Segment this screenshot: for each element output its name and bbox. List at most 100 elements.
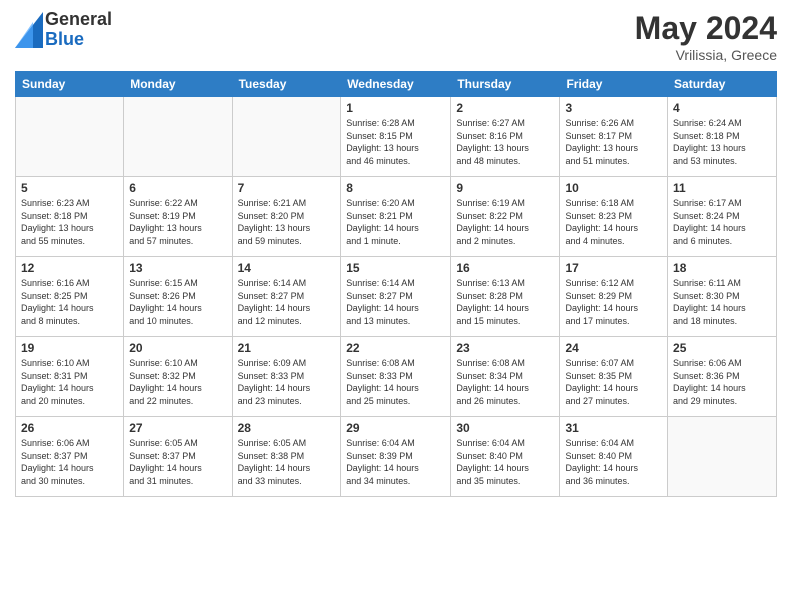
calendar-cell: 21 Sunrise: 6:09 AM Sunset: 8:33 PM Dayli…	[232, 337, 341, 417]
day-info: Sunrise: 6:15 AM Sunset: 8:26 PM Dayligh…	[129, 277, 226, 327]
day-info: Sunrise: 6:07 AM Sunset: 8:35 PM Dayligh…	[565, 357, 662, 407]
calendar-cell: 30 Sunrise: 6:04 AM Sunset: 8:40 PM Dayli…	[451, 417, 560, 497]
day-info: Sunrise: 6:18 AM Sunset: 8:23 PM Dayligh…	[565, 197, 662, 247]
day-info: Sunrise: 6:05 AM Sunset: 8:38 PM Dayligh…	[238, 437, 336, 487]
logo-general-text: General	[45, 10, 112, 30]
col-sunday: Sunday	[16, 72, 124, 97]
calendar-cell: 17Sunrise: 6:12 AM Sunset: 8:29 PM Dayli…	[560, 257, 668, 337]
day-number: 5	[21, 181, 118, 195]
calendar-cell: 6 Sunrise: 6:22 AM Sunset: 8:19 PM Daylig…	[124, 177, 232, 257]
day-info: Sunrise: 6:26 AM Sunset: 8:17 PM Dayligh…	[565, 117, 662, 167]
calendar-table: Sunday Monday Tuesday Wednesday Thursday…	[15, 71, 777, 497]
calendar-header-row: Sunday Monday Tuesday Wednesday Thursday…	[16, 72, 777, 97]
col-saturday: Saturday	[668, 72, 777, 97]
day-number: 6	[129, 181, 226, 195]
day-number: 23	[456, 341, 554, 355]
calendar-cell: 16 Sunrise: 6:13 AM Sunset: 8:28 PM Dayli…	[451, 257, 560, 337]
day-number: 30	[456, 421, 554, 435]
day-number: 1	[346, 101, 445, 115]
calendar-week-row: 5 Sunrise: 6:23 AM Sunset: 8:18 PM Daylig…	[16, 177, 777, 257]
day-info: Sunrise: 6:22 AM Sunset: 8:19 PM Dayligh…	[129, 197, 226, 247]
day-info: Sunrise: 6:04 AM Sunset: 8:40 PM Dayligh…	[456, 437, 554, 487]
month-title: May 2024	[635, 10, 777, 47]
calendar-week-row: 26 Sunrise: 6:06 AM Sunset: 8:37 PM Dayli…	[16, 417, 777, 497]
calendar-cell: 13 Sunrise: 6:15 AM Sunset: 8:26 PM Dayli…	[124, 257, 232, 337]
day-info: Sunrise: 6:06 AM Sunset: 8:36 PM Dayligh…	[673, 357, 771, 407]
day-info: Sunrise: 6:09 AM Sunset: 8:33 PM Dayligh…	[238, 357, 336, 407]
day-info: Sunrise: 6:06 AM Sunset: 8:37 PM Dayligh…	[21, 437, 118, 487]
day-number: 27	[129, 421, 226, 435]
day-number: 13	[129, 261, 226, 275]
day-number: 11	[673, 181, 771, 195]
day-info: Sunrise: 6:14 AM Sunset: 8:27 PM Dayligh…	[238, 277, 336, 327]
calendar-cell: 14 Sunrise: 6:14 AM Sunset: 8:27 PM Dayli…	[232, 257, 341, 337]
calendar-cell: 29 Sunrise: 6:04 AM Sunset: 8:39 PM Dayli…	[341, 417, 451, 497]
day-number: 7	[238, 181, 336, 195]
logo-text: General Blue	[45, 10, 112, 50]
col-monday: Monday	[124, 72, 232, 97]
day-number: 16	[456, 261, 554, 275]
logo: General Blue	[15, 10, 112, 50]
day-number: 19	[21, 341, 118, 355]
day-number: 15	[346, 261, 445, 275]
day-number: 17	[565, 261, 662, 275]
calendar-week-row: 19Sunrise: 6:10 AM Sunset: 8:31 PM Dayli…	[16, 337, 777, 417]
day-number: 14	[238, 261, 336, 275]
day-number: 25	[673, 341, 771, 355]
calendar-cell	[232, 97, 341, 177]
day-number: 18	[673, 261, 771, 275]
calendar-cell	[16, 97, 124, 177]
day-number: 29	[346, 421, 445, 435]
day-number: 21	[238, 341, 336, 355]
day-info: Sunrise: 6:13 AM Sunset: 8:28 PM Dayligh…	[456, 277, 554, 327]
day-info: Sunrise: 6:23 AM Sunset: 8:18 PM Dayligh…	[21, 197, 118, 247]
day-info: Sunrise: 6:21 AM Sunset: 8:20 PM Dayligh…	[238, 197, 336, 247]
calendar-cell: 25 Sunrise: 6:06 AM Sunset: 8:36 PM Dayli…	[668, 337, 777, 417]
day-info: Sunrise: 6:16 AM Sunset: 8:25 PM Dayligh…	[21, 277, 118, 327]
day-number: 28	[238, 421, 336, 435]
day-info: Sunrise: 6:20 AM Sunset: 8:21 PM Dayligh…	[346, 197, 445, 247]
logo-icon	[15, 12, 43, 48]
col-friday: Friday	[560, 72, 668, 97]
col-tuesday: Tuesday	[232, 72, 341, 97]
calendar-cell: 7 Sunrise: 6:21 AM Sunset: 8:20 PM Daylig…	[232, 177, 341, 257]
page: General Blue May 2024 Vrilissia, Greece …	[0, 0, 792, 612]
calendar-cell: 3 Sunrise: 6:26 AM Sunset: 8:17 PM Daylig…	[560, 97, 668, 177]
calendar-cell: 4Sunrise: 6:24 AM Sunset: 8:18 PM Daylig…	[668, 97, 777, 177]
day-number: 26	[21, 421, 118, 435]
day-number: 20	[129, 341, 226, 355]
day-info: Sunrise: 6:14 AM Sunset: 8:27 PM Dayligh…	[346, 277, 445, 327]
day-number: 8	[346, 181, 445, 195]
day-info: Sunrise: 6:08 AM Sunset: 8:34 PM Dayligh…	[456, 357, 554, 407]
calendar-cell: 22 Sunrise: 6:08 AM Sunset: 8:33 PM Dayli…	[341, 337, 451, 417]
calendar-cell: 19Sunrise: 6:10 AM Sunset: 8:31 PM Dayli…	[16, 337, 124, 417]
day-number: 3	[565, 101, 662, 115]
day-info: Sunrise: 6:10 AM Sunset: 8:32 PM Dayligh…	[129, 357, 226, 407]
calendar-cell: 10 Sunrise: 6:18 AM Sunset: 8:23 PM Dayli…	[560, 177, 668, 257]
title-block: May 2024 Vrilissia, Greece	[635, 10, 777, 63]
day-number: 9	[456, 181, 554, 195]
calendar-cell: 18 Sunrise: 6:11 AM Sunset: 8:30 PM Dayli…	[668, 257, 777, 337]
day-info: Sunrise: 6:08 AM Sunset: 8:33 PM Dayligh…	[346, 357, 445, 407]
day-info: Sunrise: 6:19 AM Sunset: 8:22 PM Dayligh…	[456, 197, 554, 247]
calendar-cell: 23 Sunrise: 6:08 AM Sunset: 8:34 PM Dayli…	[451, 337, 560, 417]
calendar-cell: 11 Sunrise: 6:17 AM Sunset: 8:24 PM Dayli…	[668, 177, 777, 257]
calendar-cell: 12Sunrise: 6:16 AM Sunset: 8:25 PM Dayli…	[16, 257, 124, 337]
day-number: 22	[346, 341, 445, 355]
calendar-cell: 15 Sunrise: 6:14 AM Sunset: 8:27 PM Dayli…	[341, 257, 451, 337]
calendar-cell: 8 Sunrise: 6:20 AM Sunset: 8:21 PM Daylig…	[341, 177, 451, 257]
day-info: Sunrise: 6:11 AM Sunset: 8:30 PM Dayligh…	[673, 277, 771, 327]
calendar-week-row: 12Sunrise: 6:16 AM Sunset: 8:25 PM Dayli…	[16, 257, 777, 337]
day-number: 24	[565, 341, 662, 355]
calendar-cell: 5 Sunrise: 6:23 AM Sunset: 8:18 PM Daylig…	[16, 177, 124, 257]
day-info: Sunrise: 6:17 AM Sunset: 8:24 PM Dayligh…	[673, 197, 771, 247]
location: Vrilissia, Greece	[635, 47, 777, 63]
day-number: 2	[456, 101, 554, 115]
day-info: Sunrise: 6:04 AM Sunset: 8:39 PM Dayligh…	[346, 437, 445, 487]
day-info: Sunrise: 6:27 AM Sunset: 8:16 PM Dayligh…	[456, 117, 554, 167]
day-number: 10	[565, 181, 662, 195]
header: General Blue May 2024 Vrilissia, Greece	[15, 10, 777, 63]
calendar-cell: 9 Sunrise: 6:19 AM Sunset: 8:22 PM Daylig…	[451, 177, 560, 257]
calendar-cell: 31Sunrise: 6:04 AM Sunset: 8:40 PM Dayli…	[560, 417, 668, 497]
calendar-body: 1Sunrise: 6:28 AM Sunset: 8:15 PM Daylig…	[16, 97, 777, 497]
